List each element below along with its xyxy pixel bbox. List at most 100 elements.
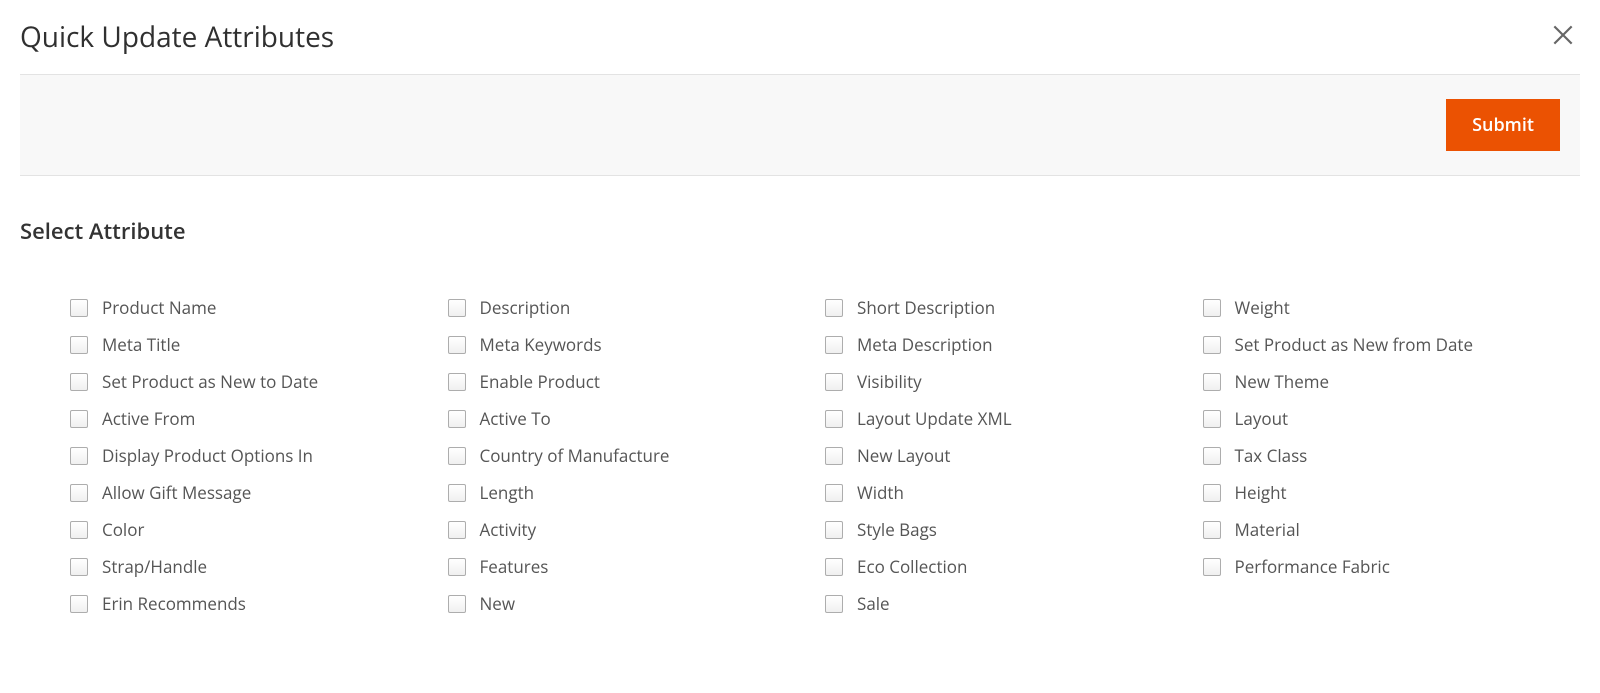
checkbox-color[interactable] (70, 521, 88, 539)
attribute-item-new: New (448, 592, 826, 615)
attribute-item-display-product-options-in: Display Product Options In (70, 444, 448, 467)
attributes-grid: Product Name Meta Title Set Product as N… (20, 296, 1580, 629)
attribute-label[interactable]: Visibility (857, 370, 922, 393)
checkbox-layout-update-xml[interactable] (825, 410, 843, 428)
attribute-item-active-from: Active From (70, 407, 448, 430)
checkbox-enable-product[interactable] (448, 373, 466, 391)
attribute-item-set-product-as-new-from-date: Set Product as New from Date (1203, 333, 1581, 356)
attribute-label[interactable]: Material (1235, 518, 1300, 541)
attribute-label[interactable]: Allow Gift Message (102, 481, 251, 504)
attribute-label[interactable]: Product Name (102, 296, 216, 319)
checkbox-product-name[interactable] (70, 299, 88, 317)
checkbox-active-to[interactable] (448, 410, 466, 428)
attribute-item-active-to: Active To (448, 407, 826, 430)
checkbox-eco-collection[interactable] (825, 558, 843, 576)
checkbox-meta-title[interactable] (70, 336, 88, 354)
attribute-label[interactable]: Style Bags (857, 518, 937, 541)
checkbox-weight[interactable] (1203, 299, 1221, 317)
checkbox-tax-class[interactable] (1203, 447, 1221, 465)
checkbox-performance-fabric[interactable] (1203, 558, 1221, 576)
attribute-item-weight: Weight (1203, 296, 1581, 319)
attribute-item-material: Material (1203, 518, 1581, 541)
attribute-label[interactable]: Erin Recommends (102, 592, 246, 615)
attribute-label[interactable]: Features (480, 555, 549, 578)
submit-button[interactable]: Submit (1446, 99, 1560, 151)
checkbox-display-product-options-in[interactable] (70, 447, 88, 465)
attribute-item-strap-handle: Strap/Handle (70, 555, 448, 578)
checkbox-description[interactable] (448, 299, 466, 317)
attribute-item-color: Color (70, 518, 448, 541)
checkbox-layout[interactable] (1203, 410, 1221, 428)
attribute-label[interactable]: Layout (1235, 407, 1289, 430)
attribute-item-layout-update-xml: Layout Update XML (825, 407, 1203, 430)
attribute-item-eco-collection: Eco Collection (825, 555, 1203, 578)
checkbox-visibility[interactable] (825, 373, 843, 391)
checkbox-set-product-as-new-from-date[interactable] (1203, 336, 1221, 354)
checkbox-sale[interactable] (825, 595, 843, 613)
checkbox-short-description[interactable] (825, 299, 843, 317)
attribute-item-features: Features (448, 555, 826, 578)
checkbox-width[interactable] (825, 484, 843, 502)
modal-header: Quick Update Attributes (0, 0, 1600, 74)
attribute-item-new-theme: New Theme (1203, 370, 1581, 393)
attribute-item-height: Height (1203, 481, 1581, 504)
attribute-item-erin-recommends: Erin Recommends (70, 592, 448, 615)
checkbox-set-product-as-new-to-date[interactable] (70, 373, 88, 391)
checkbox-active-from[interactable] (70, 410, 88, 428)
checkbox-material[interactable] (1203, 521, 1221, 539)
action-bar: Submit (20, 74, 1580, 176)
modal-title: Quick Update Attributes (20, 18, 334, 56)
attribute-column-4: Weight Set Product as New from Date New … (1203, 296, 1581, 629)
attribute-label[interactable]: New Theme (1235, 370, 1330, 393)
attribute-label[interactable]: Length (480, 481, 535, 504)
checkbox-style-bags[interactable] (825, 521, 843, 539)
attribute-label[interactable]: Country of Manufacture (480, 444, 670, 467)
attribute-label[interactable]: New (480, 592, 516, 615)
attribute-label[interactable]: Height (1235, 481, 1287, 504)
attribute-item-meta-description: Meta Description (825, 333, 1203, 356)
attribute-label[interactable]: Tax Class (1235, 444, 1308, 467)
attribute-label[interactable]: Active To (480, 407, 551, 430)
attribute-label[interactable]: Weight (1235, 296, 1290, 319)
attribute-item-tax-class: Tax Class (1203, 444, 1581, 467)
attribute-label[interactable]: Performance Fabric (1235, 555, 1390, 578)
checkbox-meta-keywords[interactable] (448, 336, 466, 354)
attribute-label[interactable]: New Layout (857, 444, 950, 467)
attribute-column-1: Product Name Meta Title Set Product as N… (70, 296, 448, 629)
attribute-item-allow-gift-message: Allow Gift Message (70, 481, 448, 504)
checkbox-length[interactable] (448, 484, 466, 502)
attribute-label[interactable]: Activity (480, 518, 537, 541)
checkbox-activity[interactable] (448, 521, 466, 539)
attribute-label[interactable]: Strap/Handle (102, 555, 207, 578)
checkbox-new-theme[interactable] (1203, 373, 1221, 391)
attribute-item-length: Length (448, 481, 826, 504)
attribute-column-3: Short Description Meta Description Visib… (825, 296, 1203, 629)
checkbox-height[interactable] (1203, 484, 1221, 502)
attribute-label[interactable]: Set Product as New from Date (1235, 333, 1474, 356)
attribute-label[interactable]: Layout Update XML (857, 407, 1012, 430)
checkbox-allow-gift-message[interactable] (70, 484, 88, 502)
attribute-label[interactable]: Meta Description (857, 333, 993, 356)
attribute-label[interactable]: Enable Product (480, 370, 600, 393)
attribute-label[interactable]: Description (480, 296, 571, 319)
attribute-label[interactable]: Eco Collection (857, 555, 967, 578)
attribute-item-activity: Activity (448, 518, 826, 541)
checkbox-features[interactable] (448, 558, 466, 576)
close-icon[interactable] (1546, 18, 1580, 56)
checkbox-strap-handle[interactable] (70, 558, 88, 576)
checkbox-meta-description[interactable] (825, 336, 843, 354)
attribute-label[interactable]: Sale (857, 592, 890, 615)
attribute-label[interactable]: Width (857, 481, 904, 504)
attribute-label[interactable]: Active From (102, 407, 195, 430)
attribute-item-sale: Sale (825, 592, 1203, 615)
attribute-label[interactable]: Color (102, 518, 144, 541)
attribute-label[interactable]: Display Product Options In (102, 444, 313, 467)
attribute-label[interactable]: Meta Keywords (480, 333, 602, 356)
attribute-label[interactable]: Set Product as New to Date (102, 370, 318, 393)
checkbox-country-of-manufacture[interactable] (448, 447, 466, 465)
attribute-label[interactable]: Meta Title (102, 333, 180, 356)
checkbox-erin-recommends[interactable] (70, 595, 88, 613)
checkbox-new[interactable] (448, 595, 466, 613)
checkbox-new-layout[interactable] (825, 447, 843, 465)
attribute-label[interactable]: Short Description (857, 296, 995, 319)
